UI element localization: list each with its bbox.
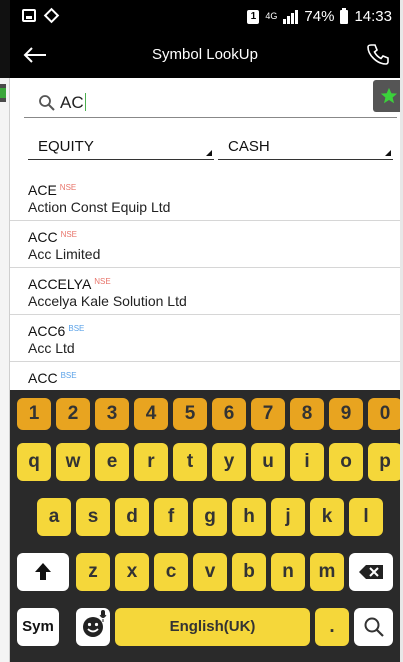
key-9[interactable]: 9 bbox=[329, 398, 363, 430]
exchange-badge: NSE bbox=[94, 277, 111, 286]
shift-arrow-icon bbox=[35, 563, 51, 580]
key-r[interactable]: r bbox=[134, 443, 168, 481]
result-item[interactable]: ACC6 BSE Acc Ltd bbox=[10, 315, 400, 362]
battery-icon bbox=[340, 7, 349, 24]
result-item[interactable]: ACCELYA NSE Accelya Kale Solution Ltd bbox=[10, 268, 400, 315]
key-w[interactable]: w bbox=[56, 443, 90, 481]
period-key[interactable]: . bbox=[315, 608, 349, 646]
result-company-name: Acc Ltd bbox=[28, 340, 75, 356]
backspace-icon bbox=[359, 565, 383, 579]
text-cursor bbox=[84, 93, 86, 111]
key-o[interactable]: o bbox=[329, 443, 363, 481]
key-i[interactable]: i bbox=[290, 443, 324, 481]
sim-badge: 1 bbox=[247, 9, 260, 24]
previous-screen-edge bbox=[0, 0, 10, 662]
key-h[interactable]: h bbox=[232, 498, 266, 536]
key-t[interactable]: t bbox=[173, 443, 207, 481]
segment-dropdown[interactable]: EQUITY bbox=[28, 134, 214, 160]
star-icon bbox=[380, 87, 398, 104]
instrument-value: CASH bbox=[228, 138, 270, 155]
location-notification-icon bbox=[43, 7, 60, 24]
dropdown-arrow-icon bbox=[206, 150, 212, 156]
battery-percent: 74% bbox=[304, 8, 335, 25]
favorites-tab[interactable] bbox=[373, 80, 400, 112]
segment-value: EQUITY bbox=[38, 138, 94, 155]
search-icon bbox=[39, 95, 55, 111]
key-1[interactable]: 1 bbox=[17, 398, 51, 430]
key-x[interactable]: x bbox=[115, 553, 149, 591]
search-key[interactable] bbox=[354, 608, 393, 646]
gallery-notification-icon bbox=[22, 9, 36, 22]
network-type: 4G bbox=[265, 11, 278, 21]
key-0[interactable]: 0 bbox=[368, 398, 400, 430]
key-q[interactable]: q bbox=[17, 443, 51, 481]
result-item[interactable]: ACE NSE Action Const Equip Ltd bbox=[10, 174, 400, 221]
key-4[interactable]: 4 bbox=[134, 398, 168, 430]
key-p[interactable]: p bbox=[368, 443, 400, 481]
exchange-badge: BSE bbox=[68, 324, 85, 333]
result-symbol: ACCELYA bbox=[28, 276, 92, 292]
result-symbol: ACE bbox=[28, 182, 57, 198]
emoji-key[interactable] bbox=[76, 608, 110, 646]
exchange-badge: NSE bbox=[59, 183, 77, 192]
key-7[interactable]: 7 bbox=[251, 398, 285, 430]
key-l[interactable]: l bbox=[349, 498, 383, 536]
key-c[interactable]: c bbox=[154, 553, 188, 591]
result-item[interactable]: ACC NSE Acc Limited bbox=[10, 221, 400, 268]
key-8[interactable]: 8 bbox=[290, 398, 324, 430]
key-2[interactable]: 2 bbox=[56, 398, 90, 430]
key-e[interactable]: e bbox=[95, 443, 129, 481]
exchange-badge: BSE bbox=[60, 371, 77, 380]
instrument-dropdown[interactable]: CASH bbox=[218, 134, 393, 160]
key-6[interactable]: 6 bbox=[212, 398, 246, 430]
key-3[interactable]: 3 bbox=[95, 398, 129, 430]
key-a[interactable]: a bbox=[37, 498, 71, 536]
key-s[interactable]: s bbox=[76, 498, 110, 536]
search-bar[interactable]: AC bbox=[24, 88, 397, 118]
result-symbol: ACC bbox=[28, 229, 58, 245]
results-list: ACE NSE Action Const Equip Ltd ACC NSE Acc Li… bbox=[10, 174, 400, 409]
space-bar[interactable]: English(UK) bbox=[115, 608, 310, 646]
symbol-lookup-screen: 1 4G 74% 14:33 Symbol LookUp AC EQUITY C… bbox=[10, 0, 400, 662]
result-symbol: ACC bbox=[28, 370, 58, 386]
status-bar: 1 4G 74% 14:33 bbox=[10, 0, 400, 34]
key-v[interactable]: v bbox=[193, 553, 227, 591]
page-title: Symbol LookUp bbox=[152, 46, 258, 63]
previous-screen-accent bbox=[0, 88, 6, 98]
result-company-name: Action Const Equip Ltd bbox=[28, 199, 171, 215]
key-5[interactable]: 5 bbox=[173, 398, 207, 430]
app-bar: Symbol LookUp bbox=[10, 34, 400, 78]
signal-icon bbox=[283, 9, 299, 24]
sym-key[interactable]: Sym bbox=[17, 608, 59, 646]
search-icon bbox=[364, 617, 384, 637]
key-j[interactable]: j bbox=[271, 498, 305, 536]
key-f[interactable]: f bbox=[154, 498, 188, 536]
previous-screen-header bbox=[0, 0, 10, 78]
search-input[interactable]: AC bbox=[60, 93, 86, 113]
key-g[interactable]: g bbox=[193, 498, 227, 536]
result-company-name: Accelya Kale Solution Ltd bbox=[28, 293, 187, 309]
key-z[interactable]: z bbox=[76, 553, 110, 591]
exchange-badge: NSE bbox=[60, 230, 78, 239]
result-company-name: Acc Limited bbox=[28, 246, 101, 262]
shift-key[interactable] bbox=[17, 553, 69, 591]
key-u[interactable]: u bbox=[251, 443, 285, 481]
result-symbol: ACC6 bbox=[28, 323, 66, 339]
key-n[interactable]: n bbox=[271, 553, 305, 591]
microphone-icon bbox=[99, 610, 107, 622]
dropdown-arrow-icon bbox=[385, 150, 391, 156]
key-k[interactable]: k bbox=[310, 498, 344, 536]
key-m[interactable]: m bbox=[310, 553, 344, 591]
key-d[interactable]: d bbox=[115, 498, 149, 536]
phone-icon[interactable] bbox=[366, 42, 390, 66]
search-query: AC bbox=[60, 93, 84, 112]
key-b[interactable]: b bbox=[232, 553, 266, 591]
backspace-key[interactable] bbox=[349, 553, 393, 591]
key-y[interactable]: y bbox=[212, 443, 246, 481]
on-screen-keyboard: 1 2 3 4 5 6 7 8 9 0 q w e r t y u i o p a s d f g h j k l z x c v b n m Sym E… bbox=[10, 390, 400, 662]
clock: 14:33 bbox=[354, 8, 392, 25]
